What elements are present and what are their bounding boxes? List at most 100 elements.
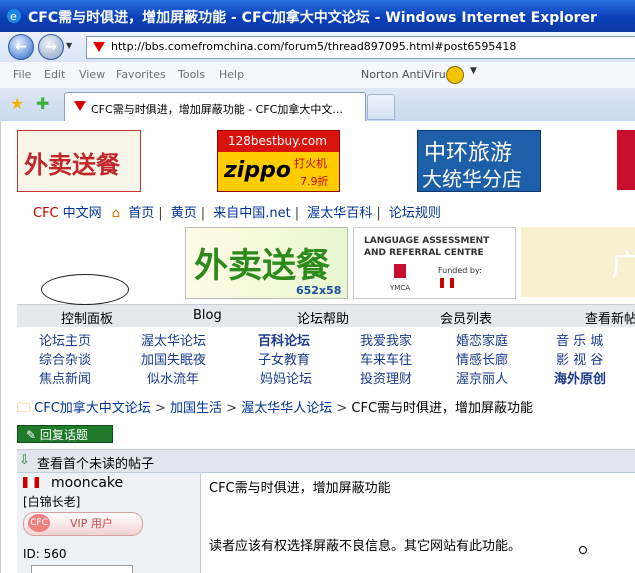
nav-comefromchina[interactable]: 来自中国.net (213, 206, 290, 221)
forum-link[interactable]: 论坛主页 (39, 330, 91, 349)
ad-zippo-site: 128bestbuy.com (228, 134, 327, 148)
nav-forum-rules[interactable]: 论坛规则 (389, 206, 441, 221)
cfc-favicon (93, 42, 105, 52)
menu-file[interactable]: File (13, 68, 31, 81)
breadcrumb-canada-life[interactable]: 加国生活 (170, 401, 222, 416)
window-title: CFC需与时俱进，增加屏蔽功能 - CFC加拿大中文论坛 - Windows I… (28, 10, 597, 26)
navigation-bar: ← → ▼ http://bbs.comefromchina.com/forum… (0, 32, 635, 63)
control-panel-highlight-circle (41, 274, 129, 305)
link-control-panel[interactable]: 控制面板 (61, 308, 113, 327)
breadcrumb-ottawa-forum[interactable]: 渥太华华人论坛 (241, 401, 332, 416)
ad-ymca: YMCA (390, 284, 410, 292)
forum-link[interactable]: 渥太华论坛 (141, 330, 206, 349)
ad-banner-travel[interactable]: 中环旅游 大统华分店 (417, 130, 541, 192)
ad-banner-partial-2[interactable]: 广 (521, 227, 635, 297)
tab-bar: ★ ✚ CFC需与时俱进，增加屏蔽功能 - CFC加拿大中文... (0, 88, 635, 122)
forum-link[interactable]: 我爱我家 (360, 330, 412, 349)
forum-link[interactable]: 音 乐 城 (556, 330, 603, 349)
norton-toolbar-label[interactable]: Norton AntiVirus (361, 68, 451, 81)
ad-zippo-brand: zippo (224, 158, 291, 183)
forum-link[interactable]: 渥京丽人 (456, 368, 508, 387)
ad-takeout-large-text: 外卖送餐 (194, 246, 330, 286)
norton-icon[interactable] (446, 66, 464, 84)
menu-help[interactable]: Help (219, 68, 244, 81)
link-member-list[interactable]: 会员列表 (440, 308, 492, 327)
menu-bar: File Edit View Favorites Tools Help Nort… (0, 62, 635, 89)
breadcrumb-thread: CFC需与时俱进，增加屏蔽功能 (351, 401, 534, 416)
tab-current[interactable]: CFC需与时俱进，增加屏蔽功能 - CFC加拿大中文... (64, 92, 366, 122)
folder-icon: 🗀 (17, 401, 31, 416)
ad-banner-partial[interactable] (617, 130, 635, 190)
forum-link[interactable]: 加国失眠夜 (141, 349, 206, 368)
post-rank: [白锦长老] (23, 495, 81, 509)
menu-tools[interactable]: Tools (178, 68, 205, 81)
ad-banner-takeout-large[interactable]: 外卖送餐 652x58 (185, 227, 348, 299)
cfc-tab-favicon (74, 101, 86, 111)
canada-flag-icon (23, 477, 39, 488)
address-bar[interactable]: http://bbs.comefromchina.com/forum5/thre… (86, 36, 635, 59)
ad-banner-takeout[interactable]: 外卖送餐 (17, 130, 141, 192)
forum-link[interactable]: 情感长廊 (456, 349, 508, 368)
post-author-panel: mooncake [白锦长老] CFC VIP 用户 ID: 560 (17, 473, 201, 573)
back-button[interactable]: ← (8, 34, 34, 60)
home-icon: ⌂ (111, 206, 121, 221)
link-forum-help[interactable]: 论坛帮助 (297, 308, 349, 327)
window-titlebar: e CFC需与时俱进，增加屏蔽功能 - CFC加拿大中文论坛 - Windows… (0, 0, 635, 32)
svg-text:e: e (10, 10, 17, 23)
cursor-indicator (579, 546, 587, 554)
norton-dropdown-icon[interactable]: ▼ (470, 66, 477, 76)
ad-travel-line2: 大统华分店 (422, 167, 522, 191)
menu-edit[interactable]: Edit (44, 68, 65, 81)
forum-link[interactable]: 百科论坛 (258, 330, 310, 349)
reply-button[interactable]: ✎ 回复话题 (17, 425, 113, 443)
vip-badge-icon: CFC (28, 514, 50, 532)
history-dropdown-icon[interactable]: ▼ (66, 41, 72, 50)
ad-language-line2: AND REFERRAL CENTRE (364, 248, 484, 258)
post-username[interactable]: mooncake (51, 475, 123, 491)
ie-icon: e (7, 9, 21, 23)
post-body: 读者应该有权选择屏蔽不良信息。其它网站有此功能。 (209, 539, 522, 554)
link-blog[interactable]: Blog (193, 308, 222, 323)
breadcrumb-forum[interactable]: CFC加拿大中文论坛 (34, 401, 151, 416)
forum-link[interactable]: 焦点新闻 (39, 368, 91, 387)
ad-banner-language[interactable]: LANGUAGE ASSESSMENT AND REFERRAL CENTRE … (353, 227, 516, 299)
url-text: http://bbs.comefromchina.com/forum5/thre… (111, 40, 517, 53)
ad-zippo-sub: 打火机 (294, 157, 327, 170)
forward-button[interactable]: → (38, 34, 64, 60)
ad-zippo-price: 7.9折 (300, 175, 329, 188)
first-unread-link[interactable]: 查看首个未读的帖子 (37, 453, 154, 472)
forum-toolbar: 控制面板 Blog 论坛帮助 会员列表 查看新帖 (17, 304, 635, 327)
menu-favorites[interactable]: Favorites (116, 68, 166, 81)
forum-link[interactable]: 妈妈论坛 (260, 368, 312, 387)
ad-banner-zippo[interactable]: 128bestbuy.com zippo 打火机 7.9折 (217, 130, 340, 192)
nav-ottawa-wiki[interactable]: 渥太华百科 (307, 206, 372, 221)
favorites-star-icon[interactable]: ★ (10, 94, 24, 113)
forum-link[interactable]: 似水流年 (147, 368, 199, 387)
post-title: CFC需与时俱进，增加屏蔽功能 (209, 481, 391, 496)
nav-home[interactable]: 首页 (128, 206, 154, 221)
forum-link[interactable]: 综合杂谈 (39, 349, 91, 368)
first-unread-bar[interactable]: ⇩ 查看首个未读的帖子 (17, 449, 635, 473)
forum-link[interactable]: 影 视 谷 (556, 349, 603, 368)
brand-name: 中文网 (62, 206, 102, 221)
add-favorites-icon[interactable]: ✚ (36, 94, 49, 113)
ad-language-line1: LANGUAGE ASSESSMENT (364, 236, 490, 246)
link-new-posts[interactable]: 查看新帖 (585, 308, 635, 327)
forum-link[interactable]: 子女教育 (258, 349, 310, 368)
nav-yellowpages[interactable]: 黄页 (171, 206, 197, 221)
ad-partial-text: 广 (611, 241, 635, 285)
forum-link[interactable]: 投资理财 (360, 368, 412, 387)
site-nav: CFC 中文网 ⌂ 首页 | 黄页 | 来自中国.net | 渥太华百科 | 论坛规则 (33, 206, 441, 221)
forum-link[interactable]: 婚恋家庭 (456, 330, 508, 349)
menu-view[interactable]: View (79, 68, 105, 81)
tab-title: CFC需与时俱进，增加屏蔽功能 - CFC加拿大中文... (91, 103, 343, 116)
post-user-box (31, 565, 133, 573)
forum-link[interactable]: 车来车往 (360, 349, 412, 368)
vip-label: VIP 用户 (70, 517, 113, 530)
down-arrow-icon: ⇩ (19, 453, 30, 468)
new-tab-button[interactable] (367, 94, 395, 120)
reply-button-label: 回复话题 (39, 428, 88, 442)
forum-link[interactable]: 海外原创 (554, 368, 606, 387)
post-user-id: ID: 560 (23, 547, 67, 561)
reply-icon: ✎ (26, 428, 40, 442)
